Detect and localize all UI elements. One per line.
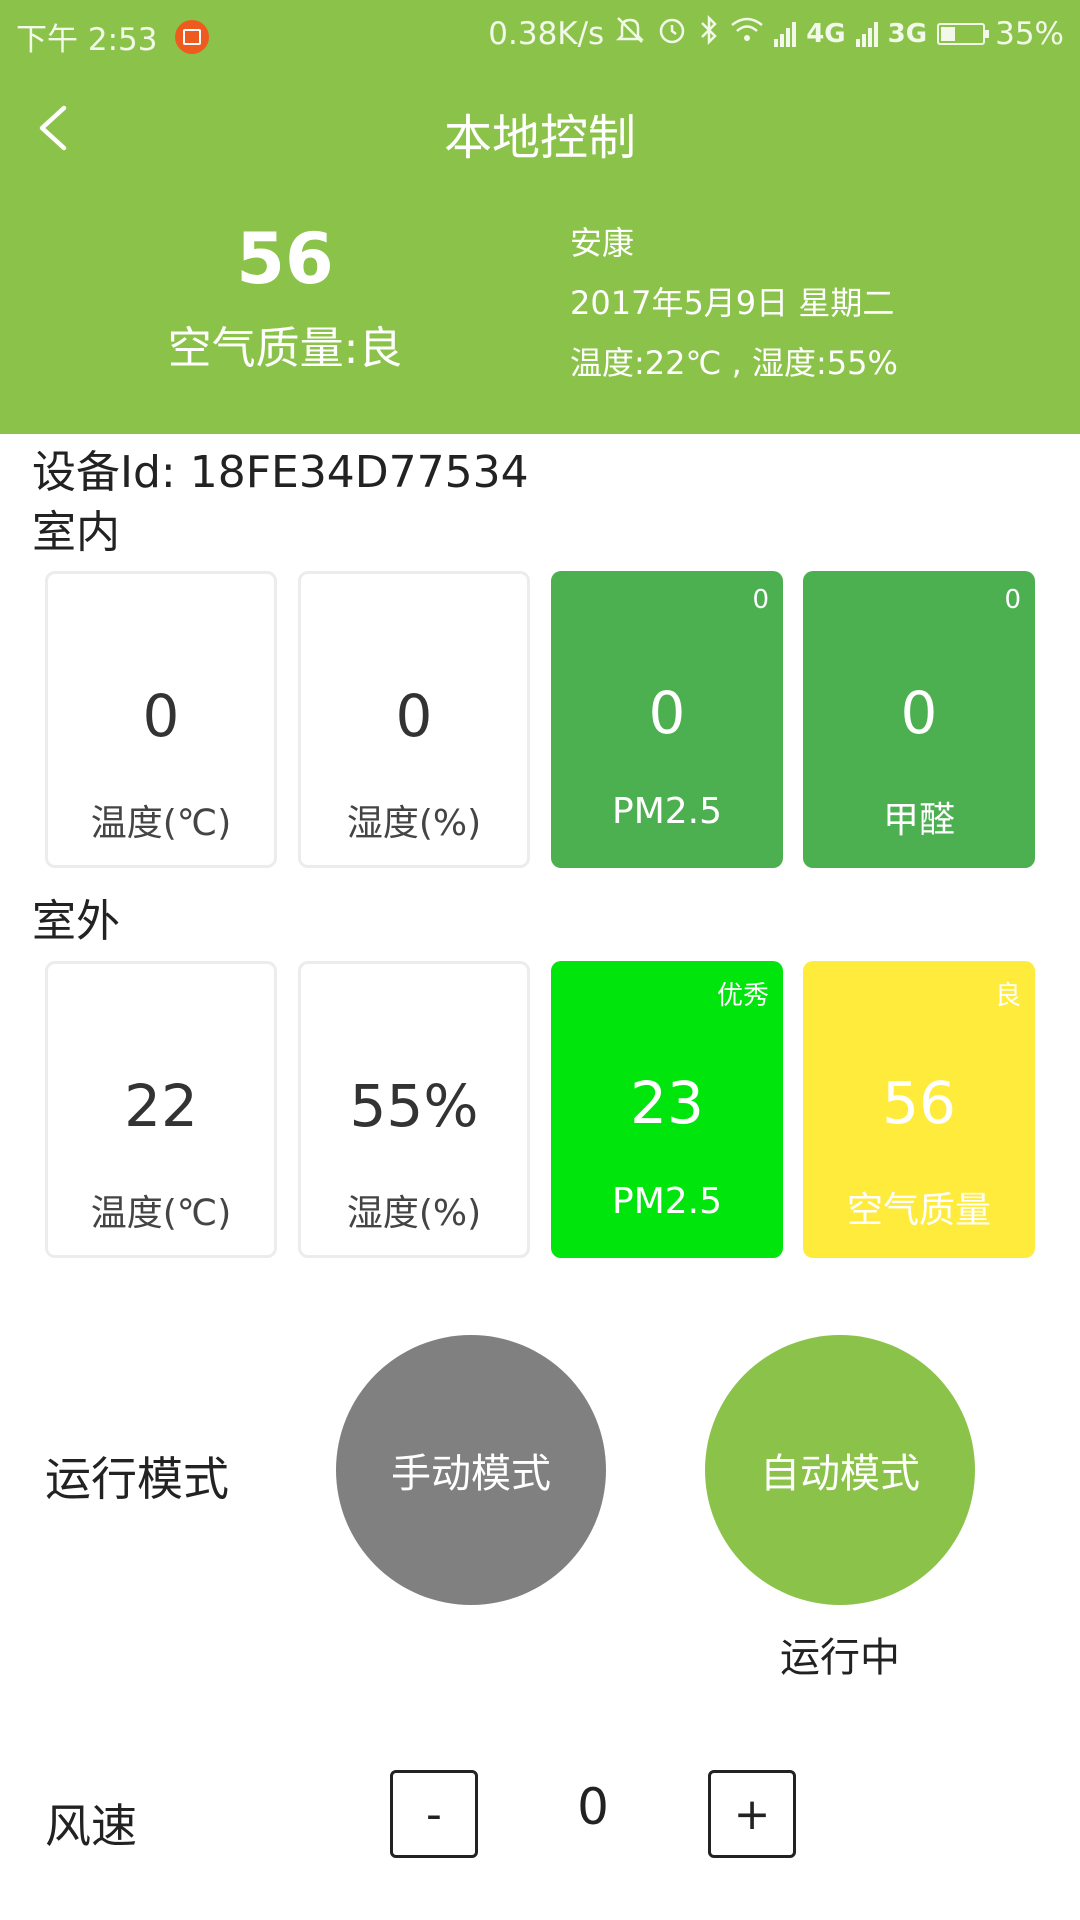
indoor-cards: 0 温度(℃) 0 湿度(%) 0 0 PM2.5 0 0 甲醛 <box>45 571 1035 868</box>
manual-mode-label: 手动模式 <box>391 1451 551 1497</box>
network-speed: 0.38K/s <box>488 16 605 52</box>
card-label: 温度(℃) <box>90 1193 232 1234</box>
battery-icon <box>937 23 990 45</box>
card-value: 55% <box>349 1072 479 1140</box>
network-type-4g: 4G <box>806 19 846 49</box>
outdoor-title: 室外 <box>32 896 120 947</box>
card-badge: 0 <box>752 585 769 615</box>
status-time: 下午 2:53 <box>16 22 158 58</box>
wind-decrease-button[interactable]: - <box>390 1770 478 1858</box>
alarm-icon <box>656 14 688 54</box>
card-badge: 优秀 <box>716 981 769 1011</box>
card-value: 0 <box>648 679 686 747</box>
mute-icon <box>614 14 646 54</box>
card-value: 0 <box>395 682 433 750</box>
card-label: 湿度(%) <box>346 1193 482 1234</box>
card-value: 22 <box>124 1072 198 1140</box>
signal-icon <box>774 21 797 47</box>
city-name: 安康 <box>570 224 635 262</box>
card-badge: 0 <box>1004 585 1021 615</box>
signal-icon-2 <box>855 21 878 47</box>
card-label: PM2.5 <box>611 791 723 832</box>
notification-icon <box>175 19 210 54</box>
card-value: 0 <box>900 679 938 747</box>
aqi-value: 56 <box>236 218 334 300</box>
card-label: PM2.5 <box>611 1181 723 1222</box>
header: 下午 2:53 0.38K/s 4G 3G 35% 本地控制 56 空气质量:良… <box>0 0 1080 434</box>
indoor-pm25-card[interactable]: 0 0 PM2.5 <box>551 571 783 868</box>
wifi-icon <box>730 15 764 53</box>
status-bar: 下午 2:53 0.38K/s 4G 3G 35% <box>0 0 1080 62</box>
card-label: 湿度(%) <box>346 803 482 844</box>
battery-percent: 35% <box>995 16 1064 52</box>
aqi-label: 空气质量:良 <box>167 323 403 374</box>
card-label: 温度(℃) <box>90 803 232 844</box>
auto-mode-label: 自动模式 <box>760 1451 920 1497</box>
indoor-humidity-card[interactable]: 0 湿度(%) <box>298 571 530 868</box>
card-value: 23 <box>630 1069 704 1137</box>
card-label: 空气质量 <box>846 1190 991 1231</box>
mode-status: 运行中 <box>780 1635 900 1681</box>
run-mode-label: 运行模式 <box>45 1452 229 1506</box>
outdoor-aqi-card[interactable]: 良 56 空气质量 <box>803 961 1035 1258</box>
outdoor-humidity-card[interactable]: 55% 湿度(%) <box>298 961 530 1258</box>
card-badge: 良 <box>994 981 1021 1011</box>
bluetooth-icon <box>698 14 720 54</box>
outdoor-cards: 22 温度(℃) 55% 湿度(%) 优秀 23 PM2.5 良 56 空气质量 <box>45 961 1035 1258</box>
date-text: 2017年5月9日 星期二 <box>570 284 895 322</box>
outdoor-pm25-card[interactable]: 优秀 23 PM2.5 <box>551 961 783 1258</box>
wind-speed-value: 0 <box>577 1778 609 1836</box>
card-label: 甲醛 <box>882 800 955 841</box>
manual-mode-button[interactable]: 手动模式 <box>336 1335 606 1605</box>
weather-text: 温度:22℃ , 湿度:55% <box>570 344 898 382</box>
network-type-3g: 3G <box>887 19 928 49</box>
device-id: 设备Id: 18FE34D77534 <box>32 447 529 498</box>
card-value: 0 <box>142 682 180 750</box>
wind-increase-button[interactable]: + <box>708 1770 796 1858</box>
outdoor-temperature-card[interactable]: 22 温度(℃) <box>45 961 277 1258</box>
indoor-formaldehyde-card[interactable]: 0 0 甲醛 <box>803 571 1035 868</box>
indoor-temperature-card[interactable]: 0 温度(℃) <box>45 571 277 868</box>
wind-speed-label: 风速 <box>45 1799 137 1853</box>
auto-mode-button[interactable]: 自动模式 <box>705 1335 975 1605</box>
card-value: 56 <box>882 1069 956 1137</box>
page-title: 本地控制 <box>443 110 636 166</box>
indoor-title: 室内 <box>32 507 120 558</box>
